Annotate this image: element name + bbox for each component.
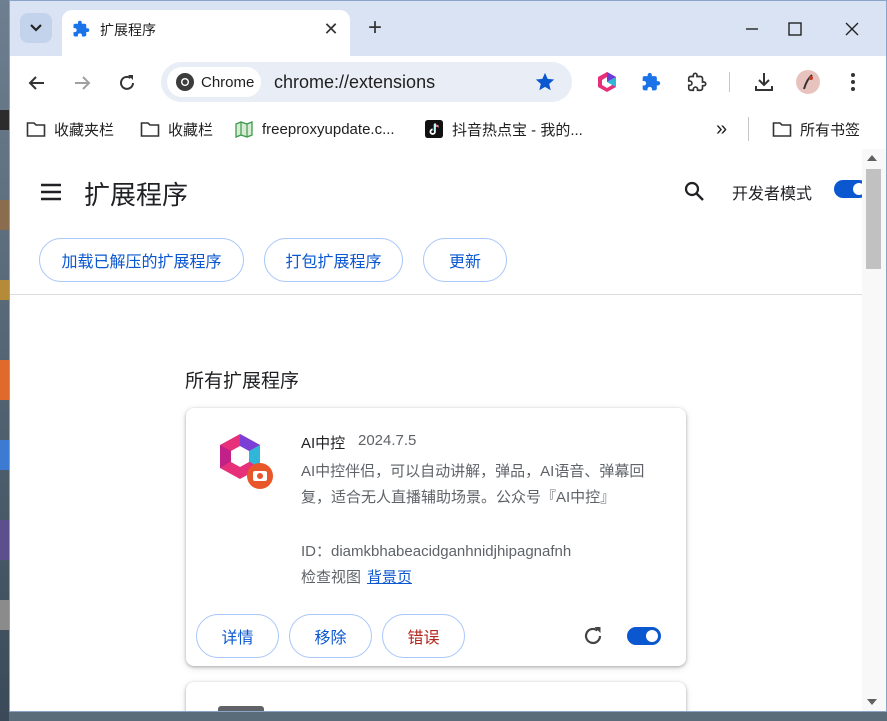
details-button[interactable]: 详情 [196, 614, 279, 658]
maximize-button[interactable] [780, 15, 810, 43]
reload-extension-icon[interactable] [582, 625, 604, 647]
pack-extension-button[interactable]: 打包扩展程序 [264, 238, 403, 282]
section-title: 所有扩展程序 [185, 371, 300, 392]
bookmark-label: 抖音热点宝 - 我的... [452, 121, 583, 139]
reload-icon [120, 75, 134, 90]
close-icon [845, 22, 859, 36]
maximize-icon [788, 22, 802, 36]
extension-description: AI中控伴侣，可以自动讲解，弹品，AI语音、弹幕回复，适合无人直播辅助场景。公众… [301, 463, 645, 506]
extension-card-next [186, 682, 686, 711]
map-icon [235, 121, 253, 138]
title-bar: 扩展程序 ✕ + [10, 1, 886, 56]
desktop-background [0, 0, 9, 721]
extension-version: 2024.7.5 [358, 432, 417, 449]
extension-pinned-icon[interactable] [638, 69, 664, 95]
search-icon[interactable] [682, 179, 706, 203]
close-window-button[interactable] [837, 15, 867, 43]
bookmark-label: 所有书签 [800, 121, 861, 139]
inspect-views: 检查视图 背景页 [301, 566, 412, 587]
extension-card: AI中控 2024.7.5 AI中控伴侣，可以自动讲解，弹品，AI语音、弹幕回复… [186, 408, 686, 666]
puzzle-outline-icon [687, 72, 707, 92]
page-title: 扩展程序 [84, 180, 189, 210]
hamburger-menu-icon[interactable] [38, 179, 64, 205]
bookmark-douyin-hotspot[interactable]: 抖音热点宝 - 我的... [424, 118, 583, 140]
extensions-menu-button[interactable] [684, 69, 710, 95]
extensions-header: 扩展程序 开发者模式 加载已解压的扩展程序 打包扩展程序 更新 [10, 149, 886, 295]
errors-button[interactable]: 错误 [382, 614, 465, 658]
scrollbar-thumb[interactable] [866, 169, 881, 269]
tab-title: 扩展程序 [100, 22, 156, 38]
all-bookmarks-button[interactable]: 所有书签 [772, 118, 860, 140]
profile-button[interactable] [795, 69, 821, 95]
extensions-page: 扩展程序 开发者模式 加载已解压的扩展程序 打包扩展程序 更新 所有扩展程序 A… [10, 149, 886, 711]
update-button[interactable]: 更新 [423, 238, 507, 282]
ai-control-logo-icon [220, 434, 273, 489]
url-text[interactable]: chrome://extensions [274, 72, 435, 93]
arrow-left-icon [28, 76, 44, 90]
scroll-down-icon[interactable] [867, 699, 877, 705]
folder-icon [26, 122, 46, 137]
toolbar-divider [729, 72, 730, 92]
bookmark-label: 收藏夹栏 [54, 121, 115, 139]
bookmark-label: 收藏栏 [168, 121, 214, 139]
extension-enable-toggle[interactable] [627, 627, 661, 645]
extension-id: ID：diamkbhabeacidganhnidjhipagnafnh [301, 543, 572, 560]
bookmark-folder-favorites-bar[interactable]: 收藏夹栏 [26, 118, 114, 140]
puzzle-blue-icon [642, 72, 661, 91]
folder-icon [140, 122, 160, 137]
forward-button[interactable] [67, 68, 97, 98]
more-bookmarks-button[interactable]: » [716, 118, 727, 140]
bookmark-freeproxyupdate[interactable]: freeproxyupdate.c... [234, 118, 395, 140]
extension-logo [218, 706, 264, 711]
avatar [796, 70, 820, 94]
back-button[interactable] [22, 68, 52, 98]
new-tab-button[interactable]: + [362, 15, 388, 41]
bookmark-folder-favorites[interactable]: 收藏栏 [140, 118, 213, 140]
browser-window: 扩展程序 ✕ + Chrome chrome://extensions 收藏夹栏… [9, 0, 887, 712]
downloads-button[interactable] [751, 69, 777, 95]
remove-button[interactable]: 移除 [289, 614, 372, 658]
arrow-right-icon [75, 76, 91, 90]
tiktok-icon [425, 120, 443, 138]
site-info-chip[interactable]: Chrome [167, 67, 261, 97]
cube-logo-icon [598, 72, 616, 92]
puzzle-icon [73, 20, 90, 37]
load-unpacked-button[interactable]: 加载已解压的扩展程序 [39, 238, 244, 282]
inspect-views-label: 检查视图 [301, 569, 362, 586]
more-vertical-icon [851, 73, 855, 91]
bookmarks-bar: 收藏夹栏 收藏栏 freeproxyupdate.c... 抖音热点宝 - 我的… [10, 109, 886, 149]
reload-button[interactable] [112, 68, 142, 98]
download-icon [755, 73, 773, 91]
bookmarks-divider [748, 117, 749, 141]
bookmark-label: freeproxyupdate.c... [262, 120, 395, 138]
address-bar[interactable]: Chrome chrome://extensions [161, 62, 572, 102]
ai-extension-icon[interactable] [594, 69, 620, 95]
minimize-button[interactable] [737, 15, 767, 43]
tab-search-button[interactable] [20, 13, 52, 43]
background-page-link[interactable]: 背景页 [367, 569, 412, 586]
tab-extensions[interactable]: 扩展程序 ✕ [62, 10, 350, 56]
toolbar: Chrome chrome://extensions [10, 56, 886, 109]
chip-label: Chrome [201, 73, 255, 91]
chevron-down-icon [30, 24, 42, 32]
folder-icon [772, 122, 792, 137]
scroll-up-icon[interactable] [867, 155, 877, 161]
chrome-icon [176, 73, 194, 91]
chrome-menu-button[interactable] [840, 69, 866, 95]
close-tab-icon[interactable]: ✕ [320, 18, 342, 40]
extension-name: AI中控 [301, 435, 346, 452]
developer-mode-label: 开发者模式 [732, 186, 813, 203]
star-icon[interactable] [534, 71, 556, 93]
minimize-icon [746, 28, 758, 30]
scrollbar[interactable] [862, 149, 886, 711]
